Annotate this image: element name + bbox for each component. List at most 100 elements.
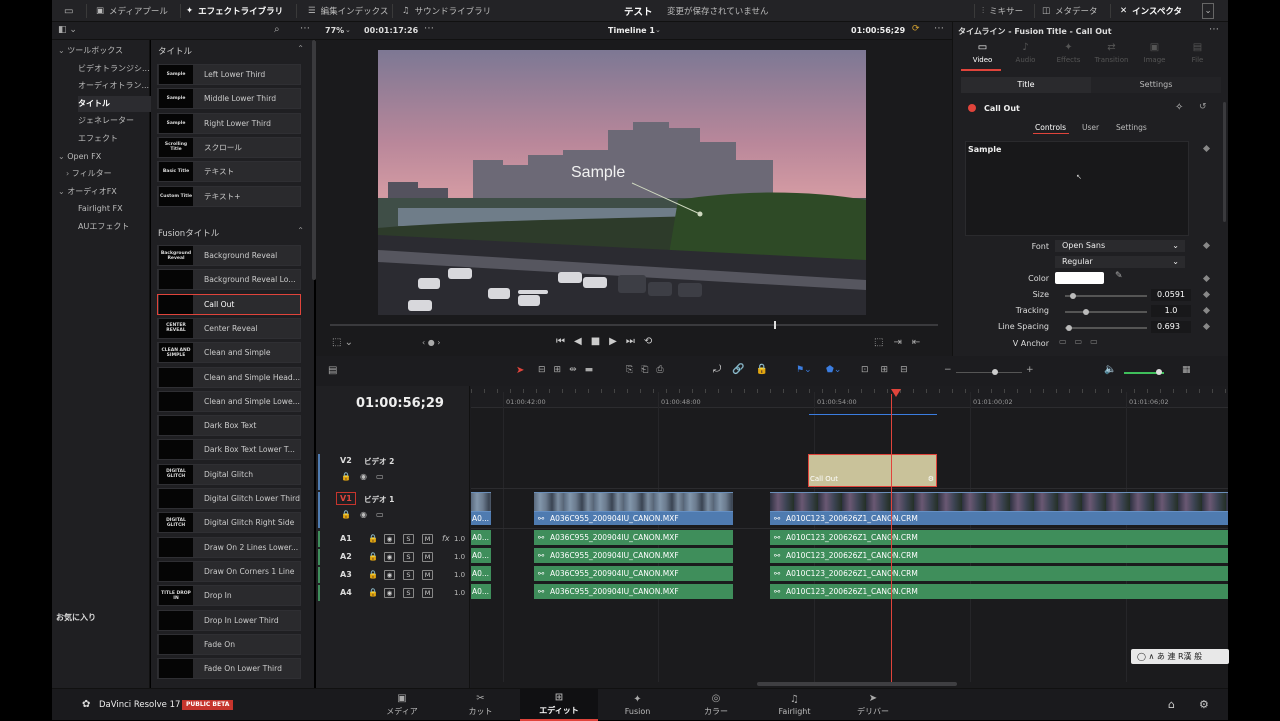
effect-enable-toggle[interactable] [968,104,976,112]
workspace-icon[interactable]: ▭ [64,3,73,19]
sidebar-toggle-icon[interactable]: ◧ ⌄ [58,25,77,35]
audio-clip[interactable]: ⚯ A036C955_200904IU_CANON.MXF [534,566,733,581]
stop-icon[interactable]: ■ [591,336,609,347]
title-item[interactable]: Basic Title テキスト [157,161,301,183]
snap-link-tools[interactable]: ⤾🔗🔒 [713,364,779,375]
title-item[interactable]: Background Reveal Background Reveal [157,245,301,266]
tree-item[interactable]: ⌄ オーディオFX [58,184,117,200]
zoom-slider[interactable] [956,372,1022,373]
title-item[interactable]: Sample Left Lower Third [157,64,301,85]
chevron-up-icon[interactable]: ⌃ [297,44,304,53]
inspector-button[interactable]: ✕ インスペクタ [1120,3,1182,19]
zoom-tools[interactable]: ⊡⊞⊟ [861,365,920,375]
chevron-up-icon[interactable]: ⌃ [297,226,304,235]
lock-icon[interactable]: 🔒 [368,552,378,561]
size-slider-knob[interactable] [1070,293,1077,299]
inspector-more-icon[interactable]: ⋯ [1209,24,1219,35]
auto-track-icon[interactable]: ◉ [384,570,395,580]
playhead-line[interactable] [891,394,892,684]
track-header[interactable]: A4 🔒 ◉ S M 1.0 [316,585,470,603]
mute-button[interactable]: M [422,588,433,598]
track-name[interactable]: ビデオ 2 [364,456,394,467]
viewer-more-icon[interactable]: ⋯ [934,23,944,34]
next-edit-icon[interactable]: ⇥ [893,337,911,348]
title-item[interactable]: Clean and Simple Lowe... [157,390,301,412]
timeline-scrollbar[interactable] [757,682,957,686]
insert-tools[interactable]: ⎘⎗⎙ [626,365,672,375]
video-clip-thumbnails[interactable] [534,492,733,511]
line-spacing-slider-knob[interactable] [1066,325,1073,331]
selection-tool-icon[interactable]: ➤ [516,365,524,376]
tracking-value[interactable]: 1.0 [1151,305,1191,317]
mute-button[interactable]: M [422,570,433,580]
track-controls[interactable]: 🔒◉▭ [341,472,393,481]
tree-item[interactable]: AUエフェクト [78,219,129,235]
edit-tools[interactable]: ⊟⊞⇹▬ [538,365,601,375]
inspector-tab[interactable]: ▭ Video [961,42,1004,64]
settings-gear-icon[interactable]: ⚙ [1199,698,1209,711]
jog-control[interactable]: ‹ ● › [422,338,440,347]
edit-index-button[interactable]: ☰ 編集インデックス [308,3,388,19]
audio-clip[interactable]: A0... [471,584,491,599]
audio-clip[interactable]: ⚯ A010C123_200626Z1_CANON.CRM [770,566,1228,581]
metadata-button[interactable]: ◫ メタデータ [1042,3,1098,19]
solo-button[interactable]: S [403,552,414,562]
play-reverse-icon[interactable]: ◀ [574,336,591,347]
keyframe-icon[interactable] [1202,144,1211,153]
overlay-title-text[interactable]: Sample [571,164,625,181]
title-item[interactable]: DIGITAL GLITCH Digital Glitch Right Side [157,512,301,534]
font-style-dropdown[interactable]: Regular ⌄ [1055,256,1185,268]
track-id[interactable]: A1 [340,534,352,543]
tree-item[interactable]: › フィルター [66,166,112,182]
track-id[interactable]: A2 [340,552,352,561]
track-volume[interactable]: 1.0 [454,553,465,561]
page-tab[interactable]: ⊞ エディット [520,689,598,721]
title-item[interactable]: Sample Right Lower Third [157,112,301,134]
title-clip[interactable]: Call Out ⚙ [808,454,937,487]
chevron-down-icon[interactable]: ⌄ [58,187,67,196]
audio-clip[interactable]: A0... [471,530,491,545]
auto-track-icon[interactable]: ◉ [384,552,395,562]
home-icon[interactable]: ⌂ [1168,698,1175,711]
track-id[interactable]: V2 [340,456,352,465]
track-volume[interactable]: 1.0 [454,535,465,543]
line-spacing-value[interactable]: 0.693 [1151,321,1191,333]
auto-track-icon[interactable]: ◉ [384,588,395,598]
title-item[interactable]: Draw On 2 Lines Lower... [157,536,301,558]
audio-clip[interactable]: ⚯ A036C955_200904IU_CANON.MXF [534,548,733,563]
timeline-dropdown-icon[interactable]: ⌄ [655,26,661,34]
lock-icon[interactable]: 🔒 [368,534,378,543]
video-clip-thumbnails[interactable] [770,492,1228,511]
v-anchor-buttons[interactable]: ▭▭▭ [1059,337,1106,346]
go-to-start-icon[interactable]: ⏮ [556,336,574,347]
marker-icon[interactable]: ⬟⌄ [826,365,841,375]
tree-item[interactable]: ⌄ ツールボックス [58,43,123,59]
search-icon[interactable]: ⌕ [274,24,280,35]
titles-section-heading[interactable]: タイトル [158,45,192,57]
track-name[interactable]: ビデオ 1 [364,494,394,505]
page-tab[interactable]: ◎ カラー [677,689,755,721]
title-item[interactable]: Clean and Simple Head... [157,366,301,388]
viewer-scrubber[interactable] [330,324,938,326]
volume-slider-knob[interactable] [1156,369,1162,375]
mute-button[interactable]: M [422,552,433,562]
tree-item[interactable]: オーディオトラン... [78,78,149,94]
page-tab[interactable]: ▣ メディア [363,689,441,721]
ime-toolbar[interactable]: ◯ ∧ あ 連 R漢 般 [1131,649,1229,664]
go-to-end-icon[interactable]: ⏭ [626,336,644,347]
lock-icon[interactable]: 🔒 [368,588,378,597]
more-options-icon[interactable]: ⋯ [300,23,310,34]
track-header[interactable]: V1 ビデオ 1 🔒◉▭ [316,492,470,528]
text-input-area[interactable]: Sample ↖ [965,141,1189,236]
title-item[interactable]: CLEAN AND SIMPLE Clean and Simple [157,342,301,364]
eyedropper-icon[interactable]: ✎ [1115,271,1123,281]
video-clip-thumbnails[interactable] [471,492,491,511]
fusion-titles-section-heading[interactable]: Fusionタイトル [158,227,219,239]
audio-clip[interactable]: ⚯ A036C955_200904IU_CANON.MXF [534,530,733,545]
fx-button[interactable]: fx [442,534,450,543]
flag-icon[interactable]: ⚑⌄ [796,365,812,375]
keyframe-icon[interactable] [1202,290,1211,299]
ctrl-tab-settings[interactable]: Settings [1116,123,1147,132]
ctrl-tab-controls[interactable]: Controls [1035,123,1066,132]
keyframe-icon[interactable] [1202,306,1211,315]
